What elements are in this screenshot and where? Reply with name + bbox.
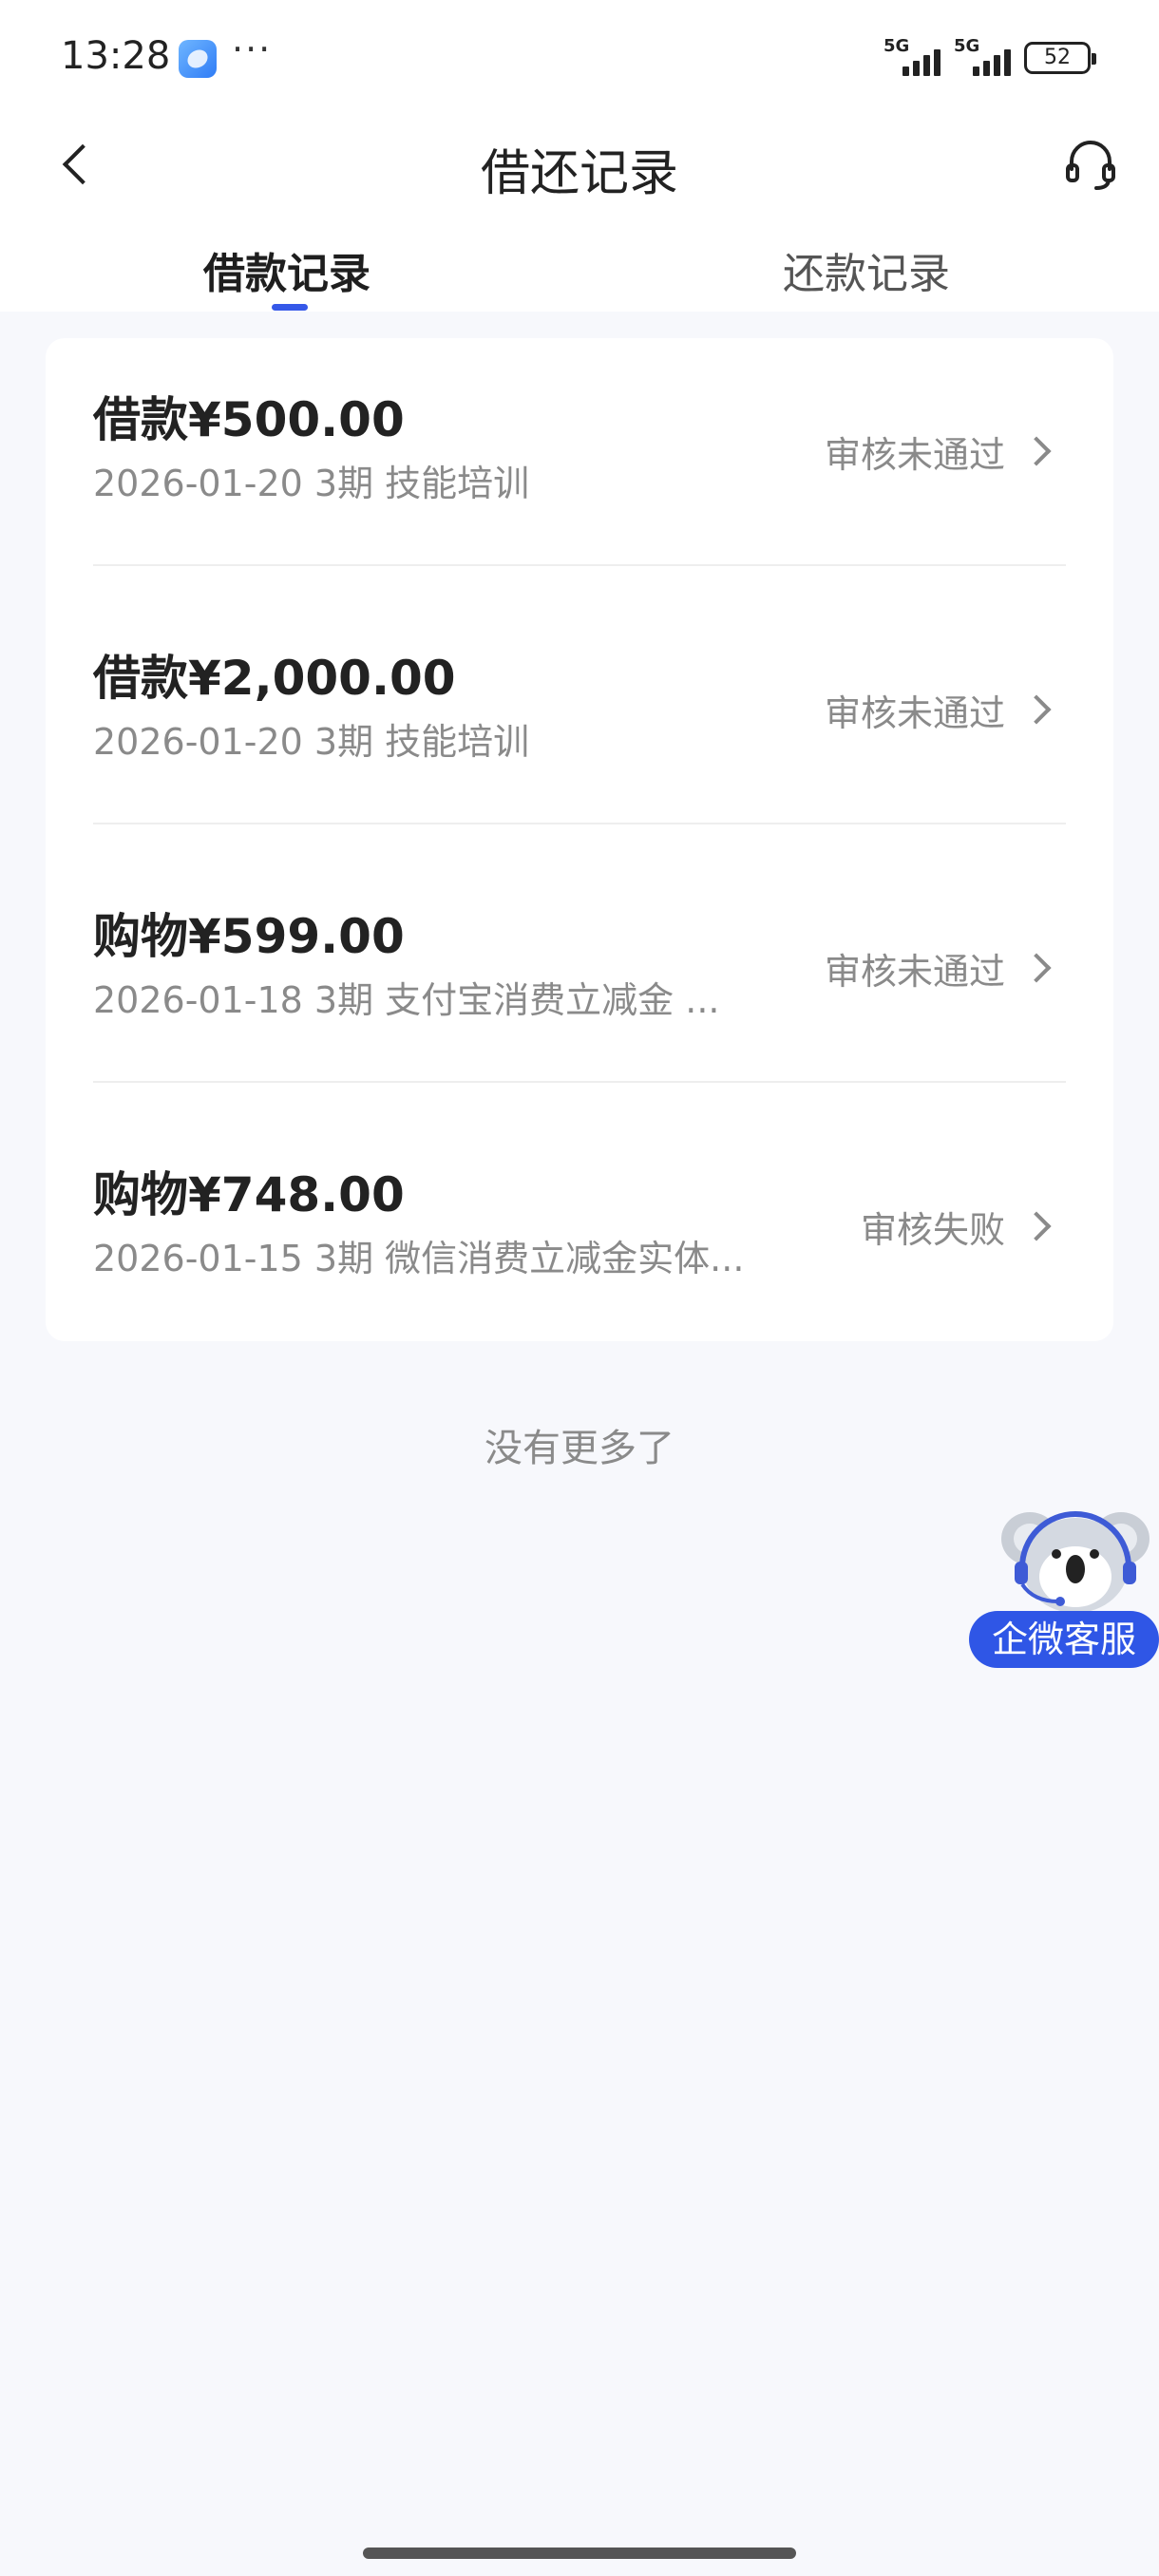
chevron-right-icon xyxy=(1024,1208,1053,1237)
signal-icon-2: 5G xyxy=(954,36,1022,76)
record-item[interactable]: 借款¥500.00 2026-01-20 3期 技能培训 审核未通过 xyxy=(46,338,1113,597)
status-bar: 13:28 ··· 5G 5G 52 xyxy=(0,0,1159,114)
record-item[interactable]: 购物¥748.00 2026-01-15 3期 微信消费立减金实体... 审核失… xyxy=(46,1113,1113,1372)
home-indicator[interactable] xyxy=(363,2548,796,2559)
record-item[interactable]: 购物¥599.00 2026-01-18 3期 支付宝消费立减金 ... 审核未… xyxy=(46,855,1113,1113)
signal-icon-1: 5G xyxy=(884,36,952,76)
record-status: 审核未通过 xyxy=(824,434,1005,476)
record-amount: 借款¥500.00 xyxy=(93,392,405,447)
status-time: 13:28 xyxy=(61,34,171,78)
record-meta: 2026-01-20 3期 技能培训 xyxy=(93,721,530,763)
active-tab-indicator xyxy=(272,304,308,311)
record-amount: 购物¥748.00 xyxy=(93,1167,405,1222)
app-notification-icon xyxy=(179,40,217,78)
record-amount: 购物¥599.00 xyxy=(93,909,405,964)
divider xyxy=(93,564,1066,566)
record-item[interactable]: 借款¥2,000.00 2026-01-20 3期 技能培训 审核未通过 xyxy=(46,597,1113,855)
wecom-service-label: 企微客服 xyxy=(969,1611,1159,1668)
tab-repay-records[interactable]: 还款记录 xyxy=(783,239,950,300)
chevron-right-icon xyxy=(1024,433,1053,462)
records-card: 借款¥500.00 2026-01-20 3期 技能培训 审核未通过 借款¥2,… xyxy=(46,338,1113,1341)
no-more-text: 没有更多了 xyxy=(484,1427,674,1470)
tab-borrow-records[interactable]: 借款记录 xyxy=(203,239,370,300)
record-status: 审核失败 xyxy=(860,1209,1005,1251)
chevron-right-icon xyxy=(1024,691,1053,720)
record-meta: 2026-01-18 3期 支付宝消费立减金 ... xyxy=(93,979,720,1021)
chevron-right-icon xyxy=(1024,950,1053,978)
record-meta: 2026-01-15 3期 微信消费立减金实体... xyxy=(93,1238,745,1279)
koala-mascot-icon xyxy=(992,1510,1153,1620)
divider xyxy=(93,823,1066,824)
divider xyxy=(93,1081,1066,1083)
status-more-icon: ··· xyxy=(232,28,273,70)
record-status: 审核未通过 xyxy=(824,951,1005,993)
wecom-service-button[interactable]: 企微客服 xyxy=(967,1510,1159,1677)
headset-icon[interactable] xyxy=(1060,133,1121,194)
record-status: 审核未通过 xyxy=(824,692,1005,734)
page-title: 借还记录 xyxy=(480,145,678,202)
record-meta: 2026-01-20 3期 技能培训 xyxy=(93,463,530,504)
battery-icon: 52 xyxy=(1024,42,1096,74)
record-amount: 借款¥2,000.00 xyxy=(93,651,456,706)
